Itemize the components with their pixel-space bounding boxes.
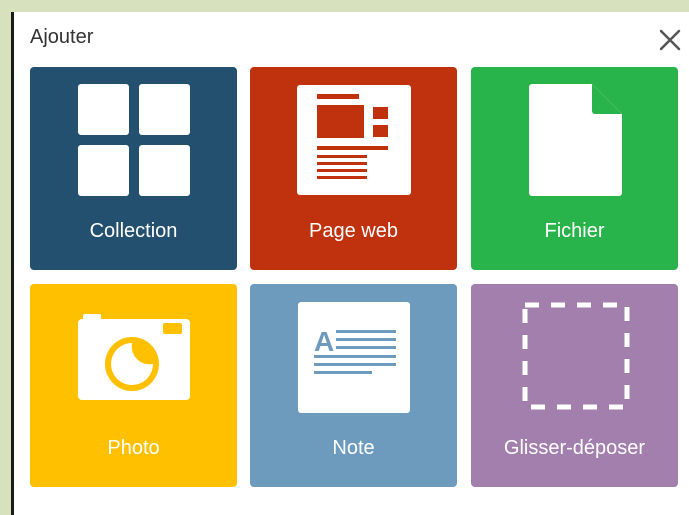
webpage-icon — [297, 85, 411, 195]
add-dialog: Ajouter Collection Page web Fichier Phot… — [14, 12, 689, 515]
tile-photo[interactable]: Photo — [30, 284, 237, 487]
tile-label: Page web — [309, 220, 398, 242]
dialog-title: Ajouter — [30, 26, 94, 48]
close-icon[interactable] — [658, 28, 682, 52]
tile-file[interactable]: Fichier — [471, 67, 678, 270]
note-icon: A — [298, 302, 410, 413]
svg-text:A: A — [314, 326, 334, 357]
tile-label: Collection — [89, 220, 178, 242]
camera-icon — [78, 314, 190, 400]
dropzone-icon — [522, 302, 630, 410]
tile-web-page[interactable]: Page web — [250, 67, 457, 270]
tile-label: Fichier — [544, 220, 605, 242]
tile-label: Note — [332, 437, 375, 459]
tile-drag-and-drop[interactable]: Glisser-déposer — [471, 284, 678, 487]
tile-collection[interactable]: Collection — [30, 67, 237, 270]
tile-note[interactable]: A Note — [250, 284, 457, 487]
tile-label: Glisser-déposer — [503, 437, 646, 459]
grid-icon — [78, 84, 190, 196]
tile-label: Photo — [107, 437, 160, 459]
file-icon — [529, 84, 622, 196]
